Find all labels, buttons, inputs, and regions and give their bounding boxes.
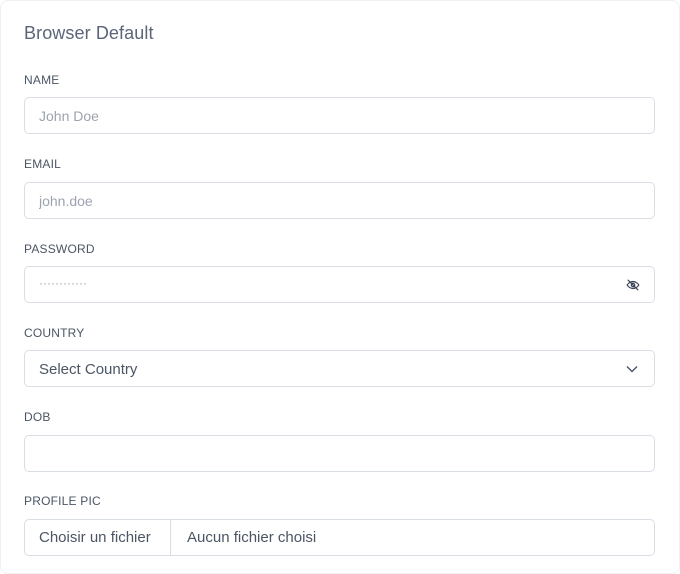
profile-pic-label: PROFILE PIC xyxy=(24,494,101,508)
country-select[interactable]: Select Country xyxy=(24,350,655,387)
password-label: PASSWORD xyxy=(24,242,95,256)
country-selected-value: Select Country xyxy=(39,361,138,378)
email-field xyxy=(24,182,655,219)
email-label: EMAIL xyxy=(24,157,62,171)
choose-file-button[interactable]: Choisir un fichier xyxy=(25,520,171,555)
form-card: Browser Default NAME EMAIL PASSWORD ····… xyxy=(0,0,680,574)
dob-field xyxy=(24,435,655,472)
country-label: COUNTRY xyxy=(24,326,85,340)
password-field[interactable]: ············ xyxy=(24,266,655,303)
card-title: Browser Default xyxy=(24,23,154,43)
dob-label: DOB xyxy=(24,410,51,424)
password-masked-value: ············ xyxy=(39,276,87,290)
profile-pic-file-input: Choisir un fichier Aucun fichier choisi xyxy=(24,519,655,556)
dob-input[interactable] xyxy=(25,436,654,471)
email-input[interactable] xyxy=(25,183,654,218)
name-input[interactable] xyxy=(25,98,654,133)
name-field xyxy=(24,97,655,134)
chevron-down-icon xyxy=(626,366,638,373)
name-label: NAME xyxy=(24,73,60,87)
eye-off-icon[interactable] xyxy=(626,278,640,292)
file-status-text: Aucun fichier choisi xyxy=(187,529,317,546)
